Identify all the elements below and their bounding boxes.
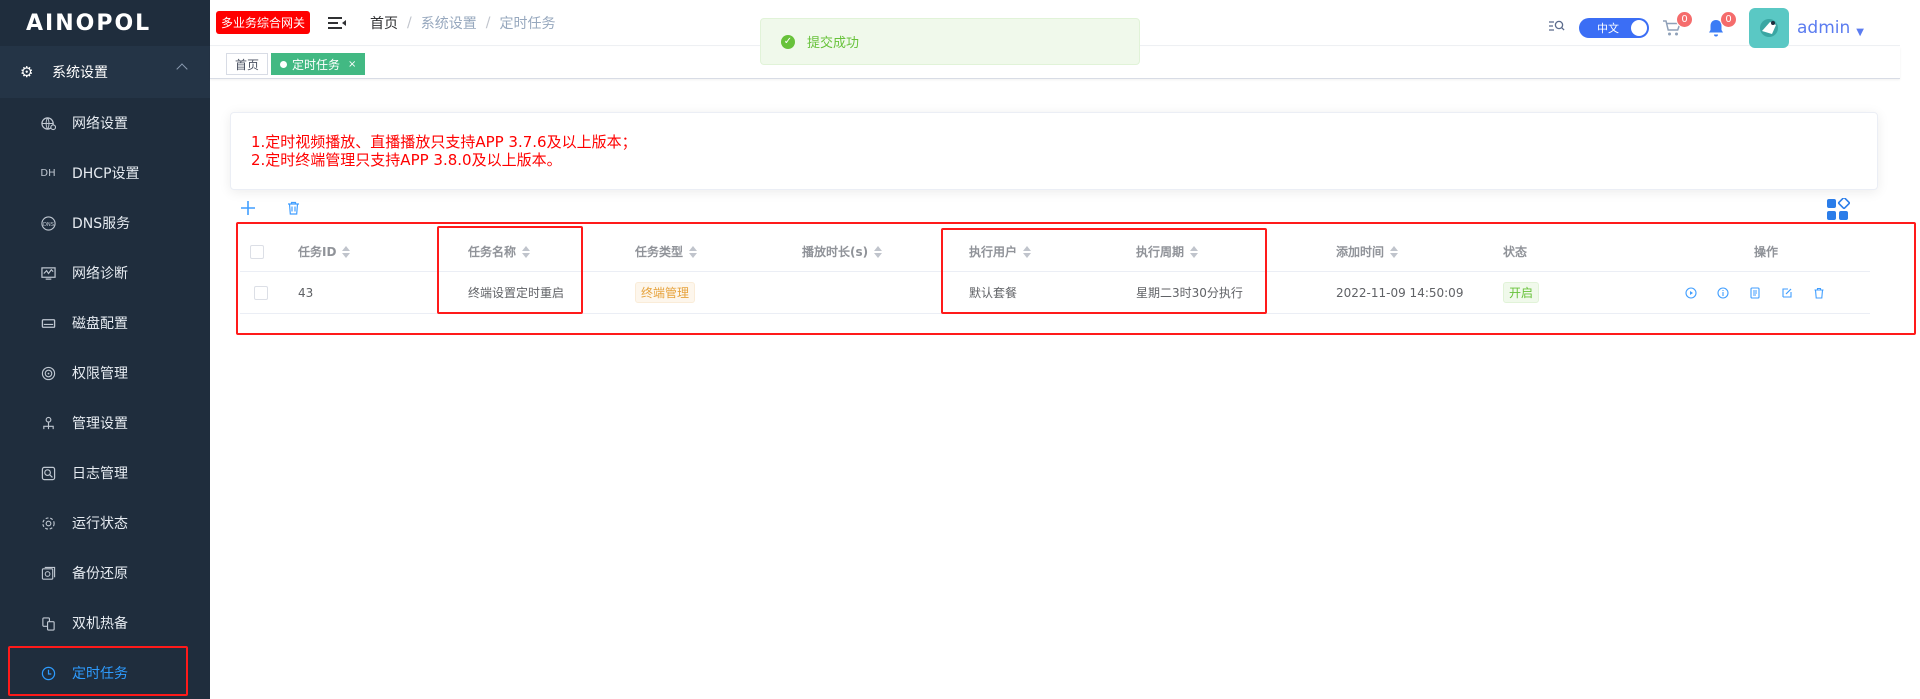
tag-label: 定时任务 <box>292 57 341 72</box>
hot-standby-icon <box>40 615 56 631</box>
sidebar-item-manage[interactable]: 管理设置 <box>0 398 210 448</box>
delete-button[interactable] <box>287 201 300 219</box>
status-icon <box>40 515 56 531</box>
plus-icon <box>241 201 255 215</box>
globe-settings-icon <box>40 115 56 131</box>
notice-line-1: 1.定时视频播放、直播播放只支持APP 3.7.6及以上版本； <box>251 133 637 151</box>
header-tools: 中文 0 0 admin ▼ <box>1548 8 1864 48</box>
sidebar-item-label: DHCP设置 <box>72 166 140 182</box>
cart-button[interactable]: 0 <box>1661 11 1694 39</box>
chevron-up-icon <box>176 63 188 75</box>
gateway-badge[interactable]: 多业务综合网关 <box>216 11 311 34</box>
check-circle-icon: ✓ <box>781 34 795 49</box>
sidebar-item-label: 备份还原 <box>72 566 128 582</box>
success-toast: ✓ 提交成功 <box>760 18 1140 65</box>
diagnosis-icon <box>40 265 56 281</box>
notification-count-badge: 0 <box>1720 11 1738 28</box>
tag-scheduled-task[interactable]: 定时任务 × <box>271 53 366 75</box>
sidebar-item-network[interactable]: 网络设置 <box>0 98 210 148</box>
close-icon[interactable]: × <box>348 59 356 70</box>
breadcrumb-item-home[interactable]: 首页 <box>370 13 398 33</box>
sidebar-item-label: 磁盘配置 <box>72 316 128 332</box>
disk-icon <box>40 315 56 331</box>
sidebar-item-status[interactable]: 运行状态 <box>0 498 210 548</box>
sidebar-menu: 网络设置 DH DHCP设置 DNS DNS服务 网络诊断 磁盘配置 权限管理 … <box>0 98 210 698</box>
sidebar-item-permission[interactable]: 权限管理 <box>0 348 210 398</box>
permission-icon <box>40 365 56 381</box>
sidebar-section-system[interactable]: ⚙ 系统设置 <box>0 46 210 98</box>
sidebar-item-dhcp[interactable]: DH DHCP设置 <box>0 148 210 198</box>
highlight-box-user-cycle <box>941 228 1267 314</box>
sidebar-item-label: 日志管理 <box>72 466 128 482</box>
username[interactable]: admin <box>1797 18 1850 38</box>
add-button[interactable] <box>240 200 256 217</box>
sidebar-item-disk[interactable]: 磁盘配置 <box>0 298 210 348</box>
sidebar-item-label: 运行状态 <box>72 516 128 532</box>
sidebar-item-hot-standby[interactable]: 双机热备 <box>0 598 210 648</box>
sidebar-item-label: 管理设置 <box>72 416 128 432</box>
notice-panel: 1.定时视频播放、直播播放只支持APP 3.7.6及以上版本； 2.定时终端管理… <box>230 112 1878 190</box>
svg-text:DNS: DNS <box>42 221 53 227</box>
cart-count-badge: 0 <box>1676 11 1694 28</box>
backup-icon <box>40 565 56 581</box>
highlight-box-sidebar <box>8 646 188 696</box>
active-dot-icon <box>280 60 287 68</box>
caret-down-icon[interactable]: ▼ <box>1856 27 1864 38</box>
tag-label: 首页 <box>235 57 260 72</box>
manage-icon <box>40 415 56 431</box>
toast-message: 提交成功 <box>807 36 860 51</box>
toggle-knob <box>1631 20 1648 36</box>
logo: AINOPOL <box>0 0 210 46</box>
sidebar-item-label: 网络诊断 <box>72 266 128 282</box>
avatar[interactable] <box>1749 8 1790 48</box>
breadcrumb: 首页 / 系统设置 / 定时任务 <box>370 13 555 33</box>
sidebar-item-backup[interactable]: 备份还原 <box>0 548 210 598</box>
log-icon <box>40 465 56 481</box>
sidebar-item-dns[interactable]: DNS DNS服务 <box>0 198 210 248</box>
dhcp-icon: DH <box>40 167 56 179</box>
tag-home[interactable]: 首页 <box>226 53 269 75</box>
trash-icon <box>288 201 299 215</box>
sidebar-item-log[interactable]: 日志管理 <box>0 448 210 498</box>
sidebar-item-label: 权限管理 <box>72 366 128 382</box>
sidebar-item-diagnosis[interactable]: 网络诊断 <box>0 248 210 298</box>
highlight-box-task-name <box>437 226 583 314</box>
sidebar-item-label: 双机热备 <box>72 616 128 632</box>
gear-icon: ⚙ <box>20 63 34 81</box>
search-icon[interactable] <box>1548 19 1565 37</box>
dns-icon: DNS <box>40 215 56 231</box>
notice-line-2: 2.定时终端管理只支持APP 3.8.0及以上版本。 <box>251 151 562 169</box>
sidebar-item-label: 网络设置 <box>72 116 128 132</box>
grid-icon <box>1827 196 1851 220</box>
breadcrumb-separator: / <box>407 14 412 31</box>
logo-text: AINOPOL <box>26 10 152 36</box>
notification-button[interactable]: 0 <box>1705 11 1738 39</box>
language-toggle[interactable]: 中文 <box>1579 18 1650 38</box>
menu-fold-icon[interactable] <box>328 16 347 30</box>
sidebar-section-label: 系统设置 <box>52 65 108 81</box>
sidebar: AINOPOL ⚙ 系统设置 网络设置 DH DHCP设置 DNS DNS服务 … <box>0 0 210 699</box>
avatar-image <box>1760 19 1779 37</box>
sidebar-item-label: DNS服务 <box>72 216 131 232</box>
breadcrumb-item-current: 定时任务 <box>499 15 556 32</box>
breadcrumb-separator: / <box>485 14 491 31</box>
breadcrumb-item-system: 系统设置 <box>420 15 477 32</box>
language-label: 中文 <box>1597 22 1620 35</box>
